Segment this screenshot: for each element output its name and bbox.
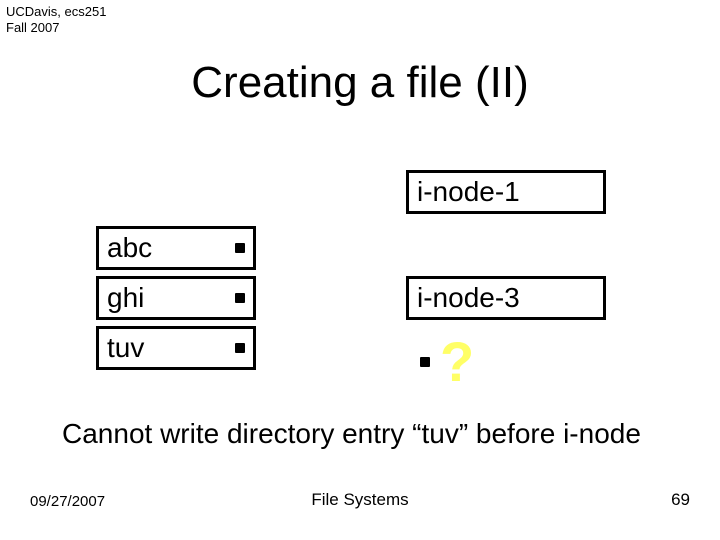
- pointer-dot: [235, 343, 245, 353]
- caption-text: Cannot write directory entry “tuv” befor…: [62, 418, 682, 450]
- question-mark: ?: [440, 334, 474, 390]
- pointer-dot: [235, 243, 245, 253]
- pointer-dot: [420, 357, 430, 367]
- inode-1-box: i-node-1: [406, 170, 606, 214]
- slide-title: Creating a file (II): [0, 58, 720, 108]
- footer-topic: File Systems: [0, 490, 720, 510]
- inode-1-label: i-node-1: [417, 176, 520, 208]
- footer-page: 69: [671, 490, 690, 510]
- dir-row-tuv: tuv: [96, 326, 256, 370]
- dir-label: tuv: [107, 332, 144, 364]
- slide-header: UCDavis, ecs251 Fall 2007: [6, 4, 106, 35]
- question-row: ?: [420, 334, 474, 390]
- dir-label: ghi: [107, 282, 144, 314]
- inode-3-label: i-node-3: [417, 282, 520, 314]
- course-code: UCDavis, ecs251: [6, 4, 106, 20]
- pointer-dot: [235, 293, 245, 303]
- term: Fall 2007: [6, 20, 106, 36]
- dir-row-abc: abc: [96, 226, 256, 270]
- dir-row-ghi: ghi: [96, 276, 256, 320]
- dir-label: abc: [107, 232, 152, 264]
- inode-3-box: i-node-3: [406, 276, 606, 320]
